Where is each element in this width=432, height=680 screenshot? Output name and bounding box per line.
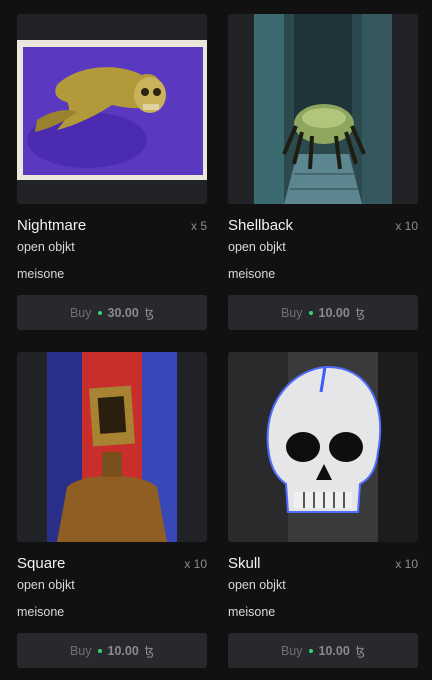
artist-name[interactable]: meisone — [228, 605, 275, 619]
price-value: 10.00 — [318, 643, 350, 658]
availability-dot-icon — [308, 648, 313, 653]
tezos-icon: ꜩ — [355, 304, 366, 320]
artist-name[interactable]: meisone — [228, 267, 275, 281]
shellback-artwork — [254, 14, 392, 204]
availability-dot-icon — [97, 648, 102, 653]
objkt-card-skull[interactable]: Skull x 10 open objkt meisone Buy 10.00 … — [228, 352, 418, 675]
artwork-thumbnail[interactable] — [17, 14, 207, 204]
buy-label: Buy — [280, 305, 303, 320]
objkt-title: Shellback — [228, 217, 294, 234]
availability-dot-icon — [308, 310, 313, 315]
skull-artwork — [228, 352, 418, 542]
buy-label: Buy — [69, 305, 92, 320]
edition-count: x 10 — [395, 557, 418, 571]
objkt-status: open objkt — [17, 240, 75, 254]
objkt-card-nightmare[interactable]: Nightmare x 5 open objkt meisone Buy 30.… — [17, 14, 207, 337]
objkt-status: open objkt — [228, 240, 286, 254]
buy-button[interactable]: Buy 10.00 ꜩ — [228, 633, 418, 668]
nightmare-artwork — [17, 40, 207, 180]
edition-count: x 10 — [184, 557, 207, 571]
artwork-thumbnail[interactable] — [228, 14, 418, 204]
buy-button[interactable]: Buy 30.00 ꜩ — [17, 295, 207, 330]
buy-label: Buy — [280, 643, 303, 658]
objkt-card-square[interactable]: Square x 10 open objkt meisone Buy 10.00… — [17, 352, 207, 675]
buy-label: Buy — [69, 643, 92, 658]
buy-button[interactable]: Buy 10.00 ꜩ — [228, 295, 418, 330]
objkt-card-shellback[interactable]: Shellback x 10 open objkt meisone Buy 10… — [228, 14, 418, 337]
price-value: 30.00 — [107, 305, 139, 320]
buy-button[interactable]: Buy 10.00 ꜩ — [17, 633, 207, 668]
objkt-status: open objkt — [17, 578, 75, 592]
square-artwork — [47, 352, 177, 542]
tezos-icon: ꜩ — [144, 642, 155, 658]
objkt-grid: Nightmare x 5 open objkt meisone Buy 30.… — [17, 14, 418, 675]
objkt-title: Skull — [228, 555, 261, 572]
artwork-thumbnail[interactable] — [228, 352, 418, 542]
artist-name[interactable]: meisone — [17, 605, 64, 619]
tezos-icon: ꜩ — [355, 642, 366, 658]
objkt-status: open objkt — [228, 578, 286, 592]
artwork-thumbnail[interactable] — [17, 352, 207, 542]
edition-count: x 10 — [395, 219, 418, 233]
edition-count: x 5 — [190, 219, 207, 233]
objkt-title: Square — [17, 555, 66, 572]
availability-dot-icon — [97, 310, 102, 315]
artist-name[interactable]: meisone — [17, 267, 64, 281]
tezos-icon: ꜩ — [144, 304, 155, 320]
objkt-title: Nightmare — [17, 217, 87, 234]
price-value: 10.00 — [107, 643, 139, 658]
price-value: 10.00 — [318, 305, 350, 320]
